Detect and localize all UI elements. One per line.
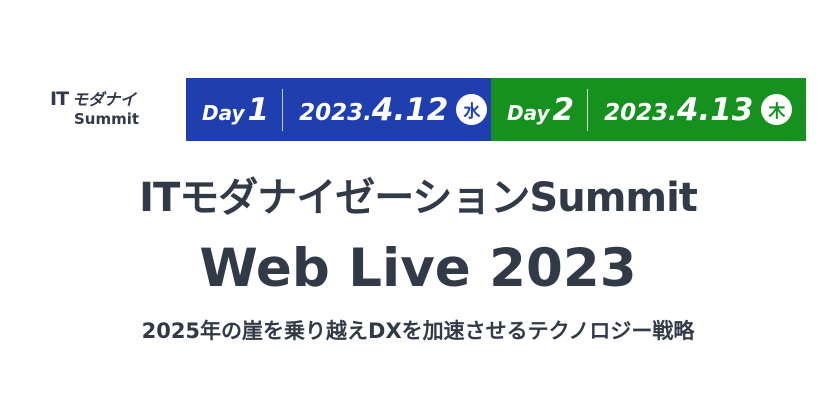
day1-date: 2023.4.12 — [299, 91, 449, 128]
event-logo: IT モダナイ Summit — [50, 88, 150, 134]
logo-it-text: IT — [50, 88, 69, 110]
day2-weekday-badge: 木 — [761, 94, 793, 125]
event-subtitle: 2025年の崖を乗り越えDXを加速させるテクノロジー戦略 — [141, 319, 695, 343]
logo-jp-text: モダナイ — [72, 90, 137, 109]
event-title-line2: Web Live 2023 — [199, 238, 637, 299]
day1-banner: Day1 2023.4.12 水 — [186, 78, 491, 141]
event-title-line1: ITモダナイゼーションSummit — [139, 175, 698, 221]
day1-weekday-badge: 水 — [456, 94, 488, 125]
day1-divider — [282, 88, 284, 131]
day2-label: Day2 — [507, 91, 575, 128]
day1-label: Day1 — [202, 91, 270, 128]
day2-banner: Day2 2023.4.13 木 — [491, 78, 806, 141]
day2-divider — [587, 88, 589, 131]
logo-en-text: Summit — [74, 110, 140, 128]
day2-date: 2023.4.13 — [604, 91, 754, 128]
day1-number: 1 — [247, 91, 270, 128]
day2-number: 2 — [552, 91, 575, 128]
